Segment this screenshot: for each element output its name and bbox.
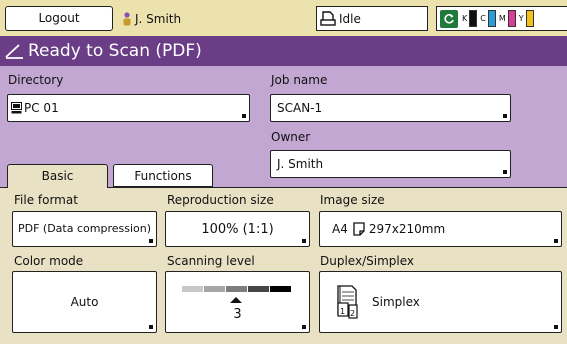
user-icon — [123, 11, 131, 25]
directory-value: PC 01 — [24, 101, 59, 115]
image-size-dimensions: 297x210mm — [368, 222, 446, 236]
reproduction-size-value: 100% (1:1) — [201, 222, 274, 237]
scanning-level-button[interactable]: 3 — [165, 271, 310, 333]
owner-value: J. Smith — [277, 157, 324, 171]
owner-field[interactable]: J. Smith — [270, 150, 511, 178]
title-bar: Ready to Scan (PDF) — [0, 36, 567, 66]
user-info: J. Smith — [123, 6, 181, 31]
job-name-field[interactable]: SCAN-1 — [270, 94, 511, 122]
duplex-simplex-value: Simplex — [372, 295, 420, 309]
ink-bar — [507, 10, 516, 27]
file-format-button[interactable]: PDF (Data compression) — [12, 211, 157, 247]
color-mode-label: Color mode — [14, 254, 84, 268]
ink-level-k: K — [462, 10, 478, 27]
owner-label: Owner — [271, 130, 311, 144]
color-mode-value: Auto — [70, 295, 99, 309]
ink-letter: K — [462, 14, 468, 23]
duplex-simplex-button[interactable]: 1 2 Simplex — [319, 271, 562, 333]
level-indicator-icon — [230, 297, 242, 303]
ink-level-c: C — [480, 10, 496, 27]
ink-levels[interactable]: KCMY — [436, 6, 567, 31]
page-title: Ready to Scan (PDF) — [28, 41, 202, 61]
scanning-level-label: Scanning level — [167, 254, 255, 268]
ink-level-y: Y — [519, 10, 534, 27]
simplex-icon: 1 2 — [337, 285, 358, 319]
svg-text:2: 2 — [350, 309, 355, 318]
image-size-label: Image size — [320, 193, 385, 207]
directory-field[interactable]: PC 01 — [7, 94, 250, 122]
job-name-label: Job name — [271, 73, 328, 87]
color-mode-button[interactable]: Auto — [12, 271, 157, 333]
reproduction-size-label: Reproduction size — [167, 193, 274, 207]
document-status-icon — [320, 11, 336, 26]
file-format-label: File format — [14, 193, 78, 207]
scanning-level-value: 3 — [233, 307, 242, 322]
computer-icon — [11, 102, 22, 114]
scanner-icon — [5, 44, 23, 59]
duplex-simplex-label: Duplex/Simplex — [320, 254, 414, 268]
refresh-icon[interactable] — [440, 9, 458, 28]
image-size-button[interactable]: A4 297x210mm — [319, 211, 562, 247]
ink-bar — [487, 10, 496, 27]
status-text: Idle — [339, 11, 361, 26]
ink-bar — [525, 10, 534, 27]
svg-text:1: 1 — [340, 307, 345, 316]
ink-bar — [469, 10, 478, 27]
ink-letter: C — [480, 14, 486, 23]
file-format-value: PDF (Data compression) — [17, 222, 151, 235]
ink-letter: M — [498, 14, 506, 23]
printer-status[interactable]: Idle — [316, 6, 428, 31]
reproduction-size-button[interactable]: 100% (1:1) — [165, 211, 310, 247]
paper-orientation-icon — [353, 222, 365, 236]
directory-label: Directory — [8, 73, 64, 87]
user-name: J. Smith — [135, 11, 182, 26]
ink-level-m: M — [499, 10, 516, 27]
logout-button[interactable]: Logout — [5, 6, 113, 31]
image-size-paper: A4 — [332, 222, 348, 236]
job-name-value: SCAN-1 — [277, 101, 323, 115]
top-status-bar: Logout J. Smith Idle K C M Y — [0, 0, 567, 36]
ink-letter: Y — [518, 14, 524, 23]
tab-functions[interactable]: Functions — [113, 164, 213, 187]
tab-basic[interactable]: Basic — [7, 164, 108, 188]
